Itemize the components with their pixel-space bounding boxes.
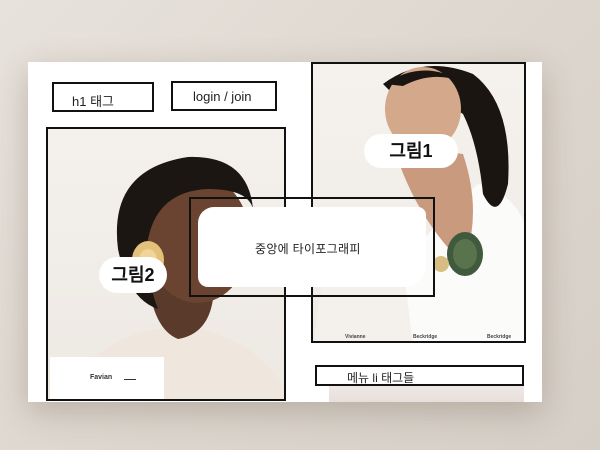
center-typography-label: 중앙에 타이포그래피 [255,242,361,256]
h1-tag-label: h1 태그 [72,94,114,109]
menu-li-label[interactable]: 메뉴 li 태그들 [347,369,414,386]
login-join-label[interactable]: login / join [193,89,252,104]
left-caption-name: Favian [90,374,113,381]
figure-1-label: 그림1 [364,134,458,168]
bottom-image-strip [329,384,524,402]
right-caption-1: Vivianne [345,334,366,340]
right-caption-3: Beckridge [487,334,512,340]
right-caption-2: Beckridge [413,334,438,340]
menu-li-box[interactable]: 메뉴 li 태그들 [315,365,524,386]
figure-2-label: 그림2 [99,257,167,293]
h1-tag-box: h1 태그 [52,82,154,112]
left-caption-card: Favian [50,357,164,399]
caption-dash-divider [124,379,136,380]
login-join-box[interactable]: login / join [171,81,277,111]
